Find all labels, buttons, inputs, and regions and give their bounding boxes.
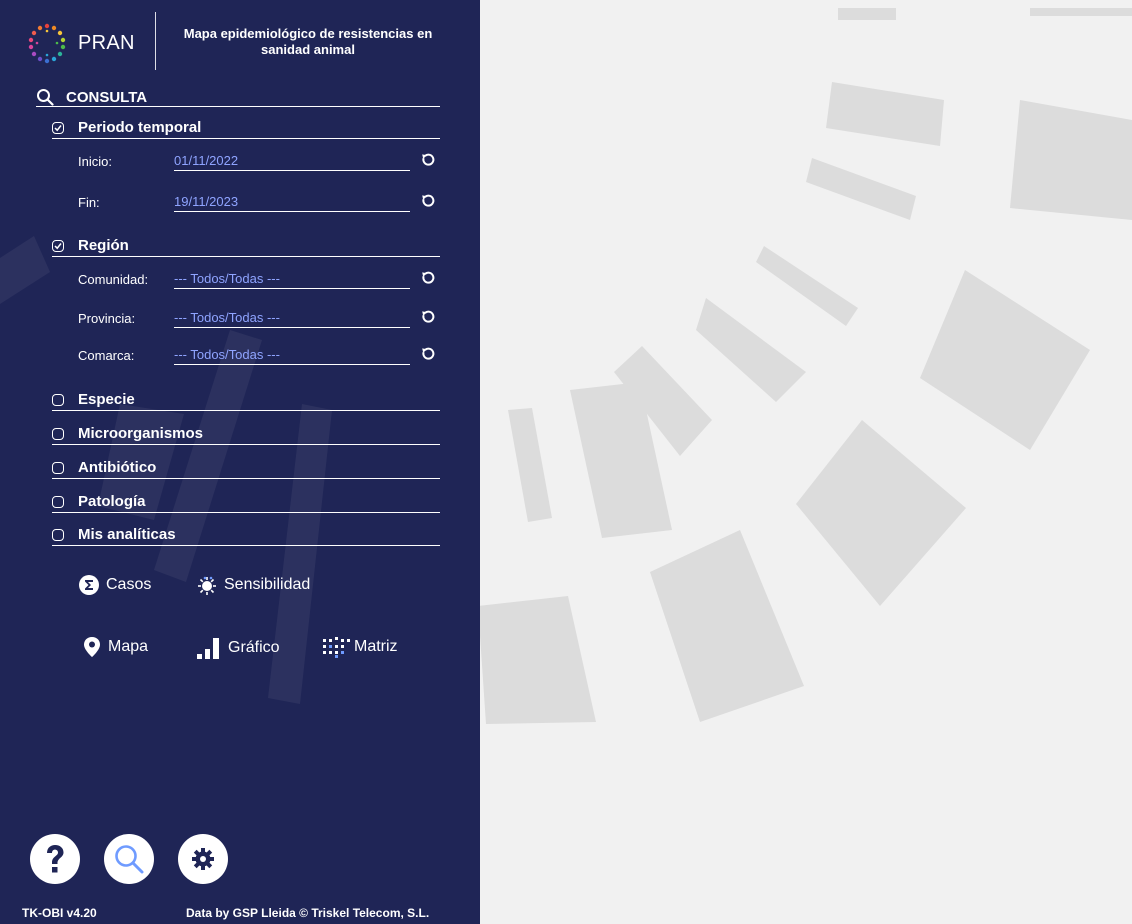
search-icon: [37, 89, 54, 106]
check-icon: [54, 243, 62, 250]
section-patologia[interactable]: Patología: [52, 492, 440, 513]
microorganismos-checkbox[interactable]: [52, 428, 64, 440]
fin-label: Fin:: [78, 195, 100, 210]
comarca-value: --- Todos/Todas ---: [174, 347, 280, 362]
reset-provincia-icon[interactable]: [420, 309, 436, 325]
comunidad-label: Comunidad:: [78, 272, 149, 287]
sigma-icon: [79, 575, 99, 595]
matrix-icon: [323, 637, 350, 658]
periodo-label: Periodo temporal: [78, 119, 202, 136]
comarca-select[interactable]: --- Todos/Todas ---: [174, 344, 410, 365]
provincia-label: Provincia:: [78, 311, 136, 326]
section-antibiotico[interactable]: Antibiótico: [52, 458, 440, 479]
brand-name: PRAN: [78, 32, 135, 54]
mapa-button[interactable]: Mapa: [82, 636, 148, 658]
pran-logo-icon: [28, 23, 66, 64]
credits-label: Data by GSP Lleida © Triskel Telecom, S.…: [186, 906, 430, 920]
periodo-checkbox[interactable]: [52, 122, 64, 134]
bacteria-icon: [198, 576, 216, 595]
comunidad-value: --- Todos/Todas ---: [174, 271, 280, 286]
comunidad-select[interactable]: --- Todos/Todas ---: [174, 268, 410, 289]
sidebar-panel: PRAN Mapa epidemiológico de resistencias…: [0, 0, 480, 924]
section-periodo-temporal[interactable]: Periodo temporal: [52, 118, 440, 139]
question-mark-icon: [47, 845, 64, 873]
provincia-value: --- Todos/Todas ---: [174, 310, 280, 325]
casos-button[interactable]: Casos: [78, 574, 151, 596]
provincia-select[interactable]: --- Todos/Todas ---: [174, 307, 410, 328]
header-divider: [155, 12, 156, 70]
bar-chart-icon: [197, 638, 219, 659]
region-label: Región: [78, 237, 129, 254]
inicio-label: Inicio:: [78, 154, 112, 169]
help-button[interactable]: [30, 834, 80, 884]
especie-label: Especie: [78, 391, 135, 408]
app-title: Mapa epidemiológico de resistencias en s…: [183, 26, 433, 57]
grafico-label: Gráfico: [228, 639, 280, 656]
region-checkbox[interactable]: [52, 240, 64, 252]
reset-comunidad-icon[interactable]: [420, 270, 436, 286]
check-icon: [54, 125, 62, 132]
sensibilidad-label: Sensibilidad: [224, 576, 311, 593]
mis-analiticas-label: Mis analíticas: [78, 526, 176, 543]
section-region[interactable]: Región: [52, 236, 440, 257]
sensibilidad-button[interactable]: Sensibilidad: [196, 574, 310, 596]
grafico-button[interactable]: Gráfico: [196, 636, 280, 660]
settings-button[interactable]: [178, 834, 228, 884]
consulta-heading: CONSULTA: [36, 86, 440, 107]
mis-analiticas-checkbox[interactable]: [52, 529, 64, 541]
reset-fin-icon[interactable]: [420, 193, 436, 209]
comarca-label: Comarca:: [78, 348, 135, 363]
patologia-label: Patología: [78, 493, 146, 510]
reset-inicio-icon[interactable]: [420, 152, 436, 168]
gear-icon: [192, 848, 214, 870]
antibiotico-label: Antibiótico: [78, 459, 157, 476]
microorganismos-label: Microorganismos: [78, 425, 204, 442]
inicio-date-value: 01/11/2022: [174, 153, 239, 168]
search-button[interactable]: [104, 834, 154, 884]
fin-date-input[interactable]: 19/11/2023: [174, 191, 410, 212]
matriz-label: Matriz: [354, 638, 398, 655]
reset-comarca-icon[interactable]: [420, 346, 436, 362]
mapa-label: Mapa: [108, 638, 149, 655]
inicio-date-input[interactable]: 01/11/2022: [174, 150, 410, 171]
section-microorganismos[interactable]: Microorganismos: [52, 424, 440, 445]
casos-label: Casos: [106, 576, 152, 593]
consulta-label: CONSULTA: [66, 89, 148, 106]
patologia-checkbox[interactable]: [52, 496, 64, 508]
matriz-button[interactable]: Matriz: [322, 636, 398, 658]
especie-checkbox[interactable]: [52, 394, 64, 406]
map-pin-icon: [84, 637, 100, 657]
section-especie[interactable]: Especie: [52, 390, 440, 411]
version-label: TK-OBI v4.20: [22, 906, 97, 920]
fin-date-value: 19/11/2023: [174, 194, 239, 209]
antibiotico-checkbox[interactable]: [52, 462, 64, 474]
section-mis-analiticas[interactable]: Mis analíticas: [52, 525, 440, 546]
magnifier-icon: [115, 845, 144, 874]
